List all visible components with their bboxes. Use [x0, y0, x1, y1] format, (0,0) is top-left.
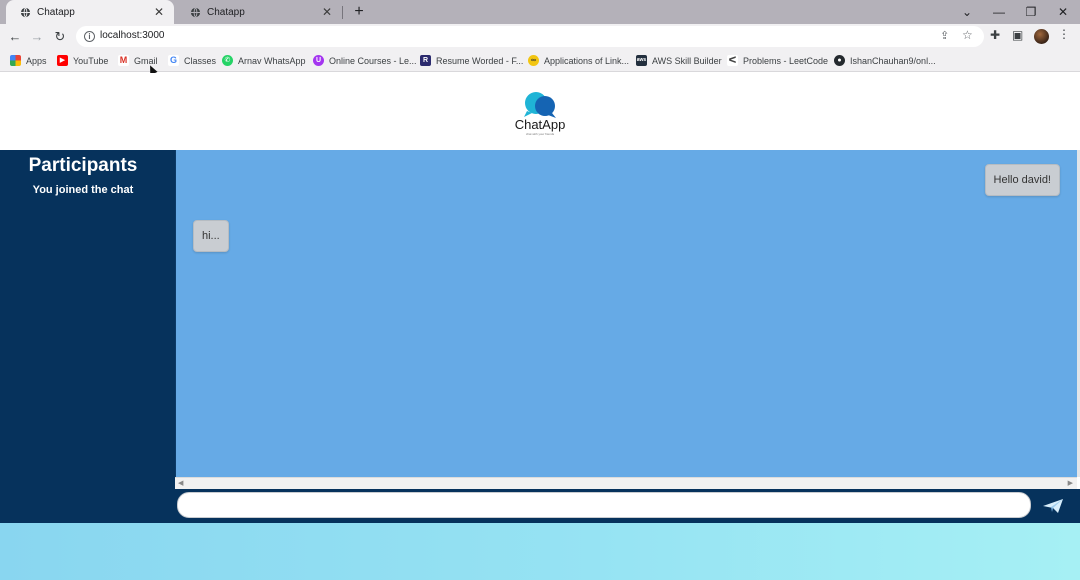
resume-worded-icon: R [420, 55, 431, 66]
bookmark-applications-of-link[interactable]: ∞ Applications of Link... [528, 53, 629, 68]
bookmark-github[interactable]: ● IshanChauhan9/onl... [834, 53, 936, 68]
profile-avatar[interactable] [1034, 29, 1049, 44]
forward-button[interactable]: → [28, 28, 46, 46]
share-icon[interactable]: ⇪ [940, 29, 949, 42]
bookmark-youtube[interactable]: ▶ YouTube [57, 53, 108, 68]
google-icon: G [168, 55, 179, 66]
message-composer [0, 489, 1080, 523]
horizontal-scrollbar[interactable]: ◀ ▶ [175, 477, 1077, 489]
url-text: localhost:3000 [100, 30, 165, 41]
leetcode-icon: ᐸ [727, 55, 738, 66]
app-logo-tagline: chat with your friends [525, 132, 555, 136]
bookmark-aws-skill-builder[interactable]: aws AWS Skill Builder [636, 53, 722, 68]
whatsapp-icon: ✆ [222, 55, 233, 66]
message-bubble-outgoing: Hello david! [984, 164, 1060, 196]
address-bar[interactable]: i localhost:3000 ⇪ ☆ [76, 26, 984, 47]
browser-tab-inactive[interactable]: Chatapp ✕ [176, 0, 342, 24]
close-window-button[interactable]: ✕ [1052, 3, 1074, 21]
side-panel-icon[interactable]: ▣ [1012, 28, 1023, 42]
bookmark-online-courses[interactable]: U Online Courses - Le... [313, 53, 417, 68]
join-notice: You joined the chat [32, 184, 134, 196]
site-info-icon[interactable]: i [84, 31, 95, 42]
back-button[interactable]: ← [6, 28, 24, 46]
new-tab-button[interactable]: + [350, 2, 368, 22]
tab-close-icon[interactable]: ✕ [320, 5, 334, 19]
browser-menu-icon[interactable]: ⋮ [1058, 27, 1070, 41]
app-logo-text: ChatApp [514, 117, 566, 132]
chat-messages-area[interactable]: Hello david! hi... [175, 150, 1077, 477]
message-input[interactable] [177, 492, 1031, 518]
app-header: ChatApp chat with your friends [0, 73, 1080, 150]
restore-button[interactable]: ❐ [1020, 3, 1042, 21]
tab-close-icon[interactable]: ✕ [152, 5, 166, 19]
bookmark-classes[interactable]: G Classes [168, 53, 216, 68]
youtube-icon: ▶ [57, 55, 68, 66]
bookmark-leetcode[interactable]: ᐸ Problems - LeetCode [727, 53, 828, 68]
link-app-icon: ∞ [528, 55, 539, 66]
apps-grid-icon [10, 55, 21, 66]
github-icon: ● [834, 55, 845, 66]
bookmark-resume-worded[interactable]: R Resume Worded - F... [420, 53, 523, 68]
scroll-left-arrow-icon[interactable]: ◀ [178, 479, 183, 487]
browser-tabstrip: Chatapp ✕ Chatapp ✕ + ⌄ — ❐ ✕ [0, 0, 1080, 24]
browser-tab-active[interactable]: Chatapp ✕ [6, 0, 174, 24]
udemy-icon: U [313, 55, 324, 66]
minimize-button[interactable]: — [988, 3, 1010, 21]
globe-icon [20, 7, 31, 17]
tab-title: Chatapp [37, 6, 75, 18]
reload-button[interactable]: ↻ [51, 28, 69, 46]
globe-icon [190, 7, 201, 17]
participants-sidebar: Participants You joined the chat [0, 150, 175, 523]
aws-icon: aws [636, 55, 647, 66]
send-paper-plane-icon[interactable] [1042, 498, 1064, 514]
tab-separator [342, 6, 343, 19]
bookmarks-bar: Apps ▶ YouTube M Gmail G Classes ✆ Arnav… [0, 49, 1080, 72]
bookmark-star-icon[interactable]: ☆ [962, 28, 973, 42]
extensions-puzzle-icon[interactable]: ✚ [990, 28, 1000, 42]
tab-search-icon[interactable]: ⌄ [956, 3, 978, 21]
tab-title: Chatapp [207, 6, 245, 18]
bookmark-apps[interactable]: Apps [10, 53, 47, 68]
gmail-icon: M [118, 55, 129, 66]
page-background-footer [0, 523, 1080, 580]
browser-toolbar: ← → ↻ i localhost:3000 ⇪ ☆ [0, 24, 1080, 49]
scroll-right-arrow-icon[interactable]: ▶ [1068, 479, 1073, 487]
bookmark-whatsapp[interactable]: ✆ Arnav WhatsApp [222, 53, 306, 68]
message-bubble-incoming: hi... [193, 220, 229, 252]
participants-title: Participants [28, 155, 138, 176]
